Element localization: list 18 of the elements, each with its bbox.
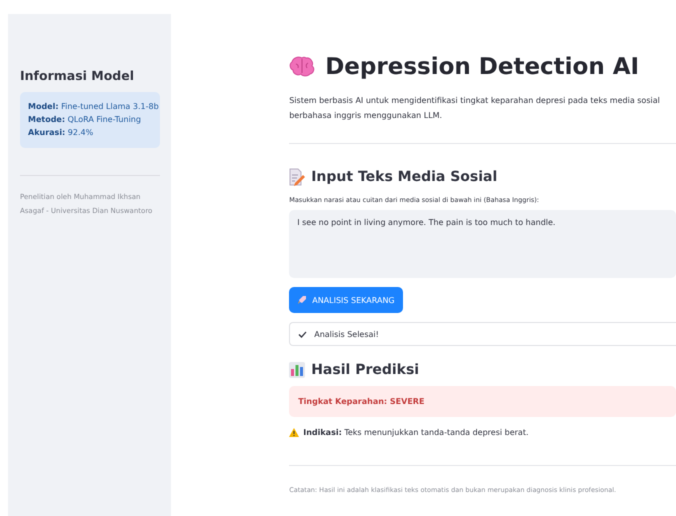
page-title: Depression Detection AI [325,54,640,80]
warning-icon [289,428,300,437]
bar-chart-icon [289,362,306,378]
indication-text: Indikasi: Teks menunjukkan tanda-tanda depresi berat. [303,428,529,437]
section-heading: Input Teks Media Sosial [311,169,498,185]
check-icon [298,330,308,338]
alert-text: Tingkat Keparahan: SEVERE [298,397,424,406]
status-text: Analisis Selesai! [314,330,379,338]
memo-icon [289,168,306,186]
info-line: Akurasi: 92.4% [28,127,94,139]
info-line: Model: Fine-tuned Llama 3.1-8b [28,101,160,113]
analyze-button[interactable]: ANALISIS SEKARANG [289,287,403,313]
info-line: Metode: QLoRA Fine-Tuning [28,114,142,126]
description-text: Sistem berbasis AI untuk mengidentifikasi tingkat keparahan depresi pada teks media sosial berbahasa inggris menggunakan LLM. [289,95,661,122]
brain-icon [289,56,316,78]
section-heading: Hasil Prediksi [311,362,420,378]
sidebar-title: Informasi Model [20,68,136,83]
text-area[interactable]: I see no point in living anymore. The pain is too much to handle. [289,210,676,278]
